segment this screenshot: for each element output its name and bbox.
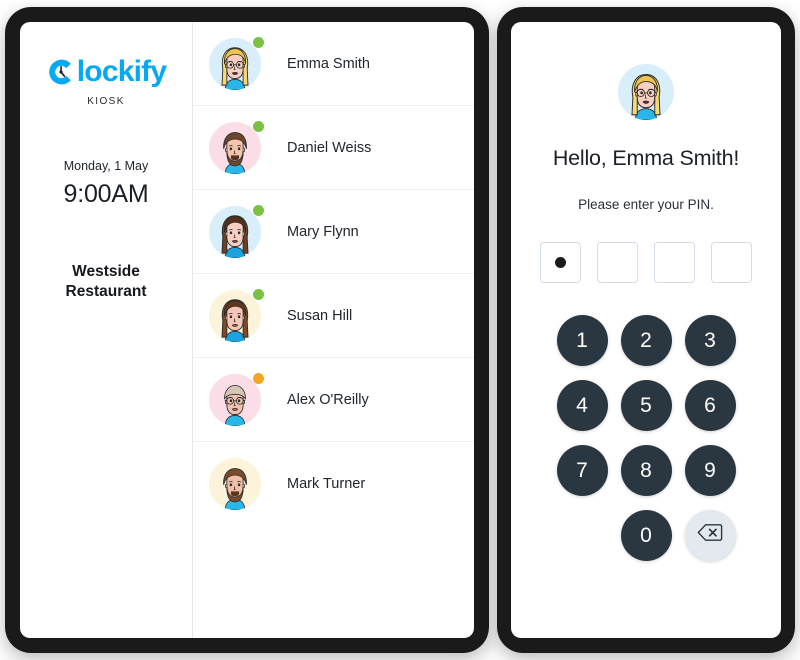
user-name-label: Mary Flynn <box>287 223 359 240</box>
kiosk-pin-screen: Hello, Emma Smith! Please enter your PIN… <box>511 22 781 638</box>
keypad-3[interactable]: 3 <box>684 315 736 366</box>
keypad-9[interactable]: 9 <box>684 445 736 496</box>
status-indicator-online <box>253 288 264 300</box>
avatar <box>209 120 264 174</box>
status-indicator-online <box>253 120 264 132</box>
user-name-label: Susan Hill <box>287 307 353 324</box>
pin-prompt: Please enter your PIN. <box>578 197 714 212</box>
pin-input-group[interactable] <box>540 242 752 283</box>
pin-digit-box-1[interactable] <box>540 242 581 283</box>
user-list-item[interactable]: Daniel Weiss <box>193 106 474 190</box>
location-name: Westside Restaurant <box>65 263 147 301</box>
keypad-1[interactable]: 1 <box>556 315 608 366</box>
keypad-2[interactable]: 2 <box>620 315 672 366</box>
user-name-label: Mark Turner <box>287 476 366 492</box>
user-list-item[interactable]: Alex O'Reilly <box>193 358 474 442</box>
user-list-item[interactable]: Susan Hill <box>193 274 474 358</box>
keypad-6[interactable]: 6 <box>684 380 736 431</box>
keypad-0[interactable]: 0 <box>620 510 672 561</box>
clockify-clock-logo-icon <box>46 57 76 87</box>
status-indicator-online <box>253 36 264 48</box>
current-date: Monday, 1 May <box>63 159 149 173</box>
kiosk-screenshot: lockify KIOSK Monday, 1 May 9:00AM Wests… <box>0 0 800 660</box>
user-name-label: Emma Smith <box>287 55 370 72</box>
keypad-backspace[interactable] <box>684 510 736 561</box>
user-list: Emma Smith Daniel Weiss Mary Flynn Susan… <box>193 22 474 638</box>
tablet-device-left: lockify KIOSK Monday, 1 May 9:00AM Wests… <box>5 7 489 653</box>
user-list-item[interactable]: Mark Turner <box>193 442 474 526</box>
keypad-5[interactable]: 5 <box>620 380 672 431</box>
avatar-emma-smith <box>618 64 674 120</box>
kiosk-user-list-screen: lockify KIOSK Monday, 1 May 9:00AM Wests… <box>20 22 474 638</box>
keypad-7[interactable]: 7 <box>556 445 608 496</box>
pin-keypad: 123 456 7890 <box>550 315 742 574</box>
status-indicator-online <box>253 204 264 216</box>
avatar <box>209 372 264 426</box>
status-indicator-away <box>253 372 264 384</box>
avatar-mark-turner <box>209 458 261 510</box>
pin-filled-dot <box>555 257 566 268</box>
avatar <box>209 36 264 90</box>
brand-column: lockify KIOSK Monday, 1 May 9:00AM Wests… <box>20 22 193 638</box>
greeting-title: Hello, Emma Smith! <box>552 146 740 170</box>
tablet-device-right: Hello, Emma Smith! Please enter your PIN… <box>497 7 795 653</box>
current-time: 9:00AM <box>63 180 149 208</box>
user-name-label: Alex O'Reilly <box>287 391 369 408</box>
pin-entry-panel: Hello, Emma Smith! Please enter your PIN… <box>511 22 781 638</box>
clockify-logo: lockify <box>20 54 192 90</box>
user-list-item[interactable]: Emma Smith <box>193 22 474 106</box>
pin-digit-box-3[interactable] <box>654 242 695 283</box>
avatar <box>209 204 264 258</box>
user-name-label: Daniel Weiss <box>287 139 372 156</box>
keypad-4[interactable]: 4 <box>556 380 608 431</box>
avatar <box>209 288 264 342</box>
pin-digit-box-2[interactable] <box>597 242 638 283</box>
user-list-item[interactable]: Mary Flynn <box>193 190 474 274</box>
pin-digit-box-4[interactable] <box>711 242 752 283</box>
avatar <box>209 458 261 510</box>
backspace-icon <box>697 523 723 548</box>
kiosk-subtitle: KIOSK <box>87 96 125 107</box>
keypad-8[interactable]: 8 <box>620 445 672 496</box>
clockify-wordmark: lockify <box>76 55 167 88</box>
keypad-spacer <box>557 510 608 561</box>
